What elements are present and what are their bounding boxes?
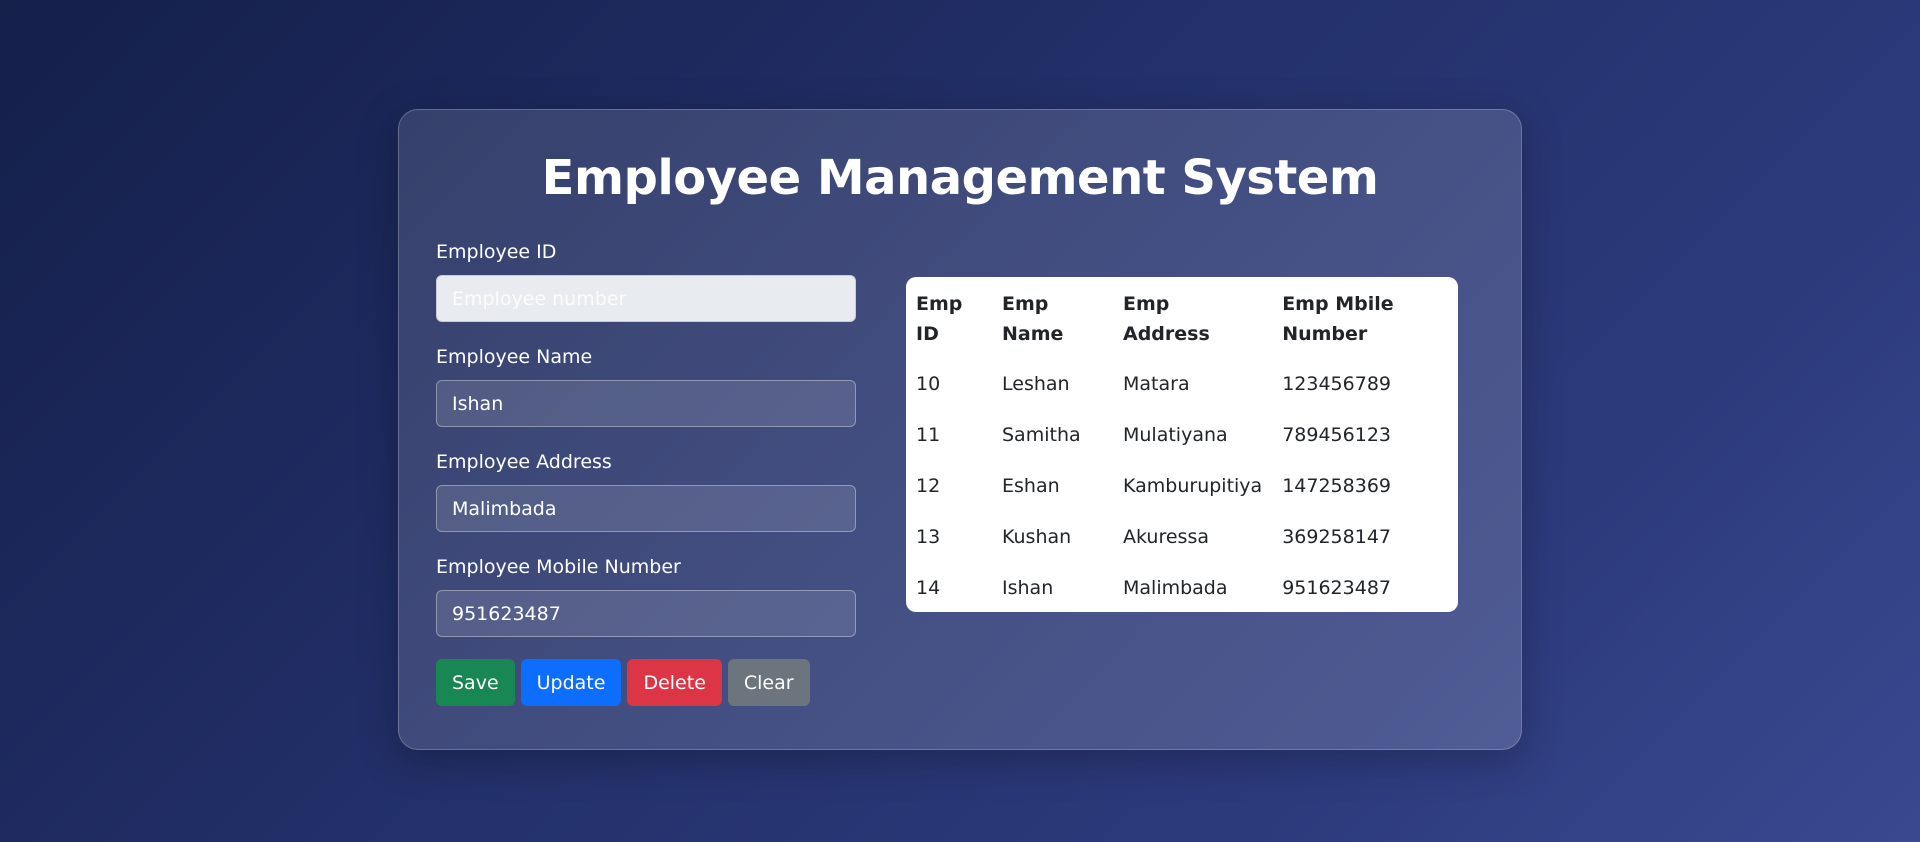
table-row[interactable]: 14 Ishan Malimbada 951623487: [906, 563, 1452, 612]
cell-emp-name: Kushan: [1002, 526, 1072, 548]
employee-table-container: Emp ID Emp Name Emp Address Emp Mbile Nu…: [906, 277, 1458, 612]
cell-emp-name: Ishan: [1002, 577, 1054, 599]
employee-address-label: Employee Address: [436, 451, 612, 473]
employee-name-field: Employee Name: [436, 345, 856, 427]
employee-mobile-field: Employee Mobile Number: [436, 555, 856, 637]
cell-emp-address: Akuressa: [1123, 526, 1209, 548]
cell-emp-name: Samitha: [1002, 424, 1081, 446]
action-buttons: Save Update Delete Clear: [436, 659, 856, 706]
cell-emp-name: Leshan: [1002, 373, 1070, 395]
cell-emp-id: 11: [916, 424, 941, 446]
cell-emp-id: 14: [916, 577, 941, 599]
cell-emp-mobile: 123456789: [1282, 373, 1391, 395]
header-emp-mobile: Emp Mbile Number: [1282, 293, 1394, 345]
table-row[interactable]: 10 Leshan Matara 123456789: [906, 359, 1452, 410]
cell-emp-name: Eshan: [1002, 475, 1060, 497]
cell-emp-id: 12: [916, 475, 941, 497]
save-button[interactable]: Save: [436, 659, 515, 706]
employee-id-field: Employee ID: [436, 240, 856, 322]
update-button[interactable]: Update: [520, 659, 622, 706]
page-title: Employee Management System: [541, 150, 1379, 206]
cell-emp-mobile: 951623487: [1282, 577, 1391, 599]
table-header-row: Emp ID Emp Name Emp Address Emp Mbile Nu…: [906, 283, 1452, 359]
employee-name-label: Employee Name: [436, 346, 593, 368]
employee-card: Employee Management System Employee ID E…: [398, 109, 1522, 750]
cell-emp-address: Mulatiyana: [1123, 424, 1228, 446]
clear-button[interactable]: Clear: [727, 659, 810, 706]
delete-button[interactable]: Delete: [627, 659, 722, 706]
cell-emp-mobile: 789456123: [1282, 424, 1391, 446]
employee-form: Employee ID Employee Name Employee Addre…: [436, 240, 856, 706]
employee-mobile-label: Employee Mobile Number: [436, 556, 681, 578]
cell-emp-mobile: 147258369: [1282, 475, 1391, 497]
employee-id-label: Employee ID: [436, 241, 557, 263]
table-row[interactable]: 12 Eshan Kamburupitiya 147258369: [906, 461, 1452, 512]
header-emp-name: Emp Name: [1002, 293, 1064, 345]
header-emp-id: Emp ID: [916, 293, 963, 345]
cell-emp-address: Malimbada: [1123, 577, 1228, 599]
employee-name-input[interactable]: [436, 380, 856, 427]
employee-table: Emp ID Emp Name Emp Address Emp Mbile Nu…: [906, 283, 1452, 612]
cell-emp-id: 13: [916, 526, 941, 548]
employee-address-field: Employee Address: [436, 450, 856, 532]
table-row[interactable]: 11 Samitha Mulatiyana 789456123: [906, 410, 1452, 461]
cell-emp-address: Matara: [1123, 373, 1190, 395]
cell-emp-id: 10: [916, 373, 941, 395]
employee-address-input[interactable]: [436, 485, 856, 532]
header-emp-address: Emp Address: [1123, 293, 1210, 345]
employee-mobile-input[interactable]: [436, 590, 856, 637]
employee-id-input[interactable]: [436, 275, 856, 322]
cell-emp-address: Kamburupitiya: [1123, 475, 1263, 497]
table-row[interactable]: 13 Kushan Akuressa 369258147: [906, 512, 1452, 563]
cell-emp-mobile: 369258147: [1282, 526, 1391, 548]
